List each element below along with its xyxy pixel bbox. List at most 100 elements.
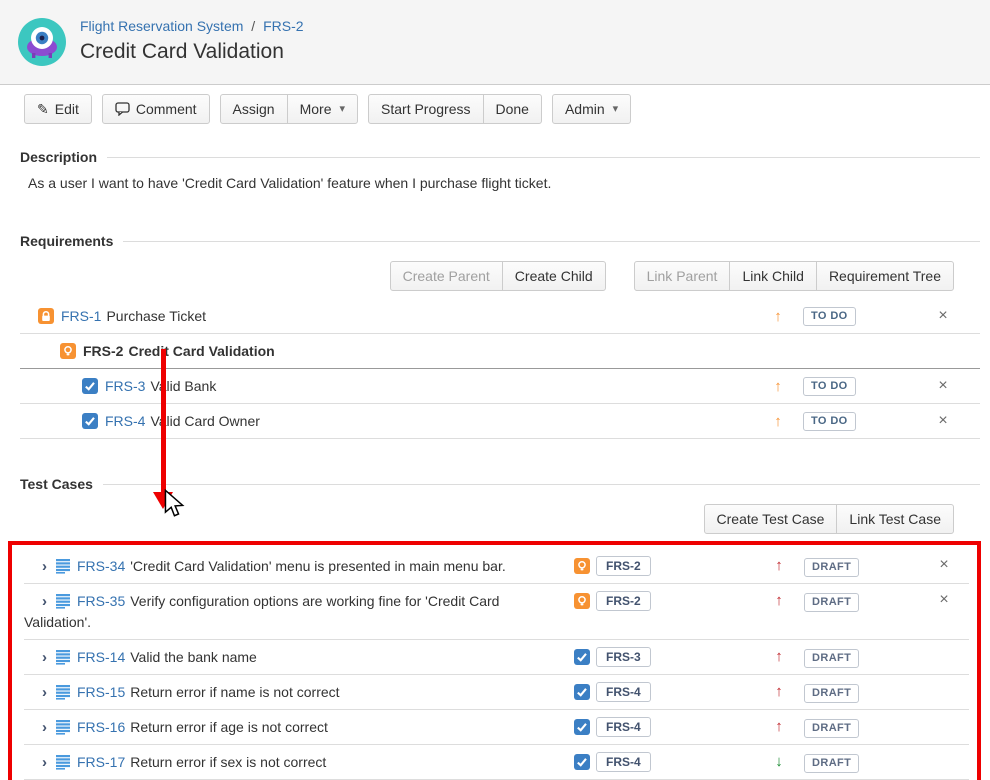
comment-bubble-icon xyxy=(115,102,130,116)
remove-link-icon[interactable]: × xyxy=(918,307,968,325)
heading-rule xyxy=(123,241,980,242)
issue-key: FRS-2 xyxy=(83,343,123,359)
test-case-summary: 'Credit Card Validation' menu is present… xyxy=(130,558,506,574)
status-badge: DRAFT xyxy=(804,593,859,612)
annotation-box: › FRS-34 'Credit Card Validation' menu is … xyxy=(8,541,981,780)
test-case-summary: Return error if sex is not correct xyxy=(130,754,326,770)
issue-key-link[interactable]: FRS-3 xyxy=(105,378,145,394)
link-child-button[interactable]: Link Child xyxy=(729,261,816,291)
create-parent-button[interactable]: Create Parent xyxy=(390,261,503,291)
test-case-row: ›FRS-16Return error if age is not correc… xyxy=(24,710,969,745)
expand-chevron-icon[interactable]: › xyxy=(42,649,47,666)
breadcrumb: Flight Reservation System / FRS-2 xyxy=(80,18,304,34)
breadcrumb-issue-link[interactable]: FRS-2 xyxy=(263,18,303,34)
testcase-list-icon xyxy=(55,754,71,770)
admin-dropdown-button[interactable]: Admin ▾ xyxy=(552,94,631,124)
expand-chevron-icon[interactable]: › xyxy=(42,558,47,575)
linked-requirement-badge[interactable]: FRS-4 xyxy=(596,717,651,737)
status-badge: DRAFT xyxy=(804,649,859,668)
create-child-button[interactable]: Create Child xyxy=(502,261,606,291)
linked-requirement-badge[interactable]: FRS-2 xyxy=(596,556,651,576)
test-case-key-link[interactable]: FRS-14 xyxy=(77,649,125,665)
page-header: Flight Reservation System / FRS-2 Credit… xyxy=(0,0,990,85)
edit-button[interactable]: ✎ Edit xyxy=(24,94,92,124)
linked-requirement-badge[interactable]: FRS-3 xyxy=(596,647,651,667)
start-progress-button[interactable]: Start Progress xyxy=(368,94,483,124)
description-section-heading: Description xyxy=(20,149,980,165)
test-case-key-link[interactable]: FRS-17 xyxy=(77,754,125,770)
test-case-summary: Return error if name is not correct xyxy=(130,684,339,700)
rank-up-arrow-icon: ↑ xyxy=(758,413,798,430)
expand-chevron-icon[interactable]: › xyxy=(42,719,47,736)
requirements-list: FRS-1 Purchase Ticket ↑ TO DO × FRS-2 Cr… xyxy=(20,299,980,439)
test-case-summary: Valid the bank name xyxy=(130,649,257,665)
issue-toolbar: ✎ Edit Comment Assign More ▾ Start Progr… xyxy=(0,85,990,124)
rank-up-arrow-icon: ↑ xyxy=(759,717,799,735)
requirement-row: FRS-3 Valid Bank ↑ TO DO × xyxy=(20,369,980,404)
lightbulb-icon xyxy=(60,343,76,359)
comment-button[interactable]: Comment xyxy=(102,94,210,124)
chevron-down-icon: ▾ xyxy=(339,100,345,118)
requirement-row-current: FRS-2 Credit Card Validation xyxy=(20,334,980,369)
test-case-key-link[interactable]: FRS-16 xyxy=(77,719,125,735)
remove-link-icon[interactable]: × xyxy=(918,377,968,395)
create-test-case-button[interactable]: Create Test Case xyxy=(704,504,838,534)
remove-link-icon[interactable]: × xyxy=(918,412,968,430)
breadcrumb-separator: / xyxy=(251,18,255,34)
test-cases-section-heading: Test Cases xyxy=(20,476,980,492)
status-badge: TO DO xyxy=(803,412,856,431)
chevron-down-icon: ▾ xyxy=(613,100,619,118)
issue-summary: Valid Bank xyxy=(150,378,216,394)
testcase-list-icon xyxy=(55,593,71,609)
rank-up-arrow-icon: ↑ xyxy=(759,591,799,609)
issue-summary: Credit Card Validation xyxy=(128,343,274,359)
test-cases-list: › FRS-34 'Credit Card Validation' menu is … xyxy=(24,549,969,780)
test-case-key-link[interactable]: FRS-35 xyxy=(77,593,125,609)
rank-down-arrow-icon: ↓ xyxy=(759,752,799,770)
project-avatar xyxy=(18,18,66,66)
linked-requirement-badge[interactable]: FRS-4 xyxy=(596,682,651,702)
expand-chevron-icon[interactable]: › xyxy=(42,754,47,771)
requirements-heading-label: Requirements xyxy=(20,233,113,249)
test-case-row: › FRS-15 Return error if name is not corre… xyxy=(24,675,969,710)
status-badge: DRAFT xyxy=(804,558,859,577)
heading-rule xyxy=(107,157,980,158)
issue-key-link[interactable]: FRS-4 xyxy=(105,413,145,429)
test-cases-actions: Create Test Case Link Test Case xyxy=(20,492,980,534)
heading-rule xyxy=(103,484,980,485)
issue-summary: Valid Card Owner xyxy=(150,413,259,429)
remove-link-icon[interactable]: × xyxy=(919,556,969,574)
status-badge: DRAFT xyxy=(804,684,859,703)
rank-up-arrow-icon: ↑ xyxy=(758,378,798,395)
testcase-list-icon xyxy=(55,558,71,574)
expand-chevron-icon[interactable]: › xyxy=(42,684,47,701)
remove-link-icon[interactable]: × xyxy=(919,591,969,609)
requirement-row: FRS-4 Valid Card Owner ↑ TO DO × xyxy=(20,404,980,439)
assign-button[interactable]: Assign xyxy=(220,94,288,124)
test-case-key-link[interactable]: FRS-15 xyxy=(77,684,125,700)
linked-requirement-badge[interactable]: FRS-2 xyxy=(596,591,651,611)
rank-up-arrow-icon: ↑ xyxy=(758,308,798,325)
link-parent-button[interactable]: Link Parent xyxy=(634,261,731,291)
requirements-section-heading: Requirements xyxy=(20,233,980,249)
done-button[interactable]: Done xyxy=(483,94,542,124)
issue-key-link[interactable]: FRS-1 xyxy=(61,308,101,324)
breadcrumb-project-link[interactable]: Flight Reservation System xyxy=(80,18,243,34)
description-heading-label: Description xyxy=(20,149,97,165)
requirement-tree-button[interactable]: Requirement Tree xyxy=(816,261,954,291)
lock-icon xyxy=(38,308,54,324)
requirements-actions: Create Parent Create Child Link Parent L… xyxy=(20,249,980,291)
test-case-row: ›FRS-35Verify configuration options are … xyxy=(24,584,969,640)
link-test-case-button[interactable]: Link Test Case xyxy=(836,504,954,534)
more-dropdown-button[interactable]: More ▾ xyxy=(287,94,358,124)
test-case-row: › FRS-17 Return error if sex is not correc… xyxy=(24,745,969,780)
linked-requirement-badge[interactable]: FRS-4 xyxy=(596,752,651,772)
task-check-icon xyxy=(574,649,590,665)
status-badge: DRAFT xyxy=(804,719,859,738)
status-badge: TO DO xyxy=(803,307,856,326)
expand-chevron-icon[interactable]: › xyxy=(42,593,47,610)
task-check-icon xyxy=(574,719,590,735)
testcase-list-icon xyxy=(55,684,71,700)
page-title: Credit Card Validation xyxy=(80,40,304,64)
test-case-key-link[interactable]: FRS-34 xyxy=(77,558,125,574)
